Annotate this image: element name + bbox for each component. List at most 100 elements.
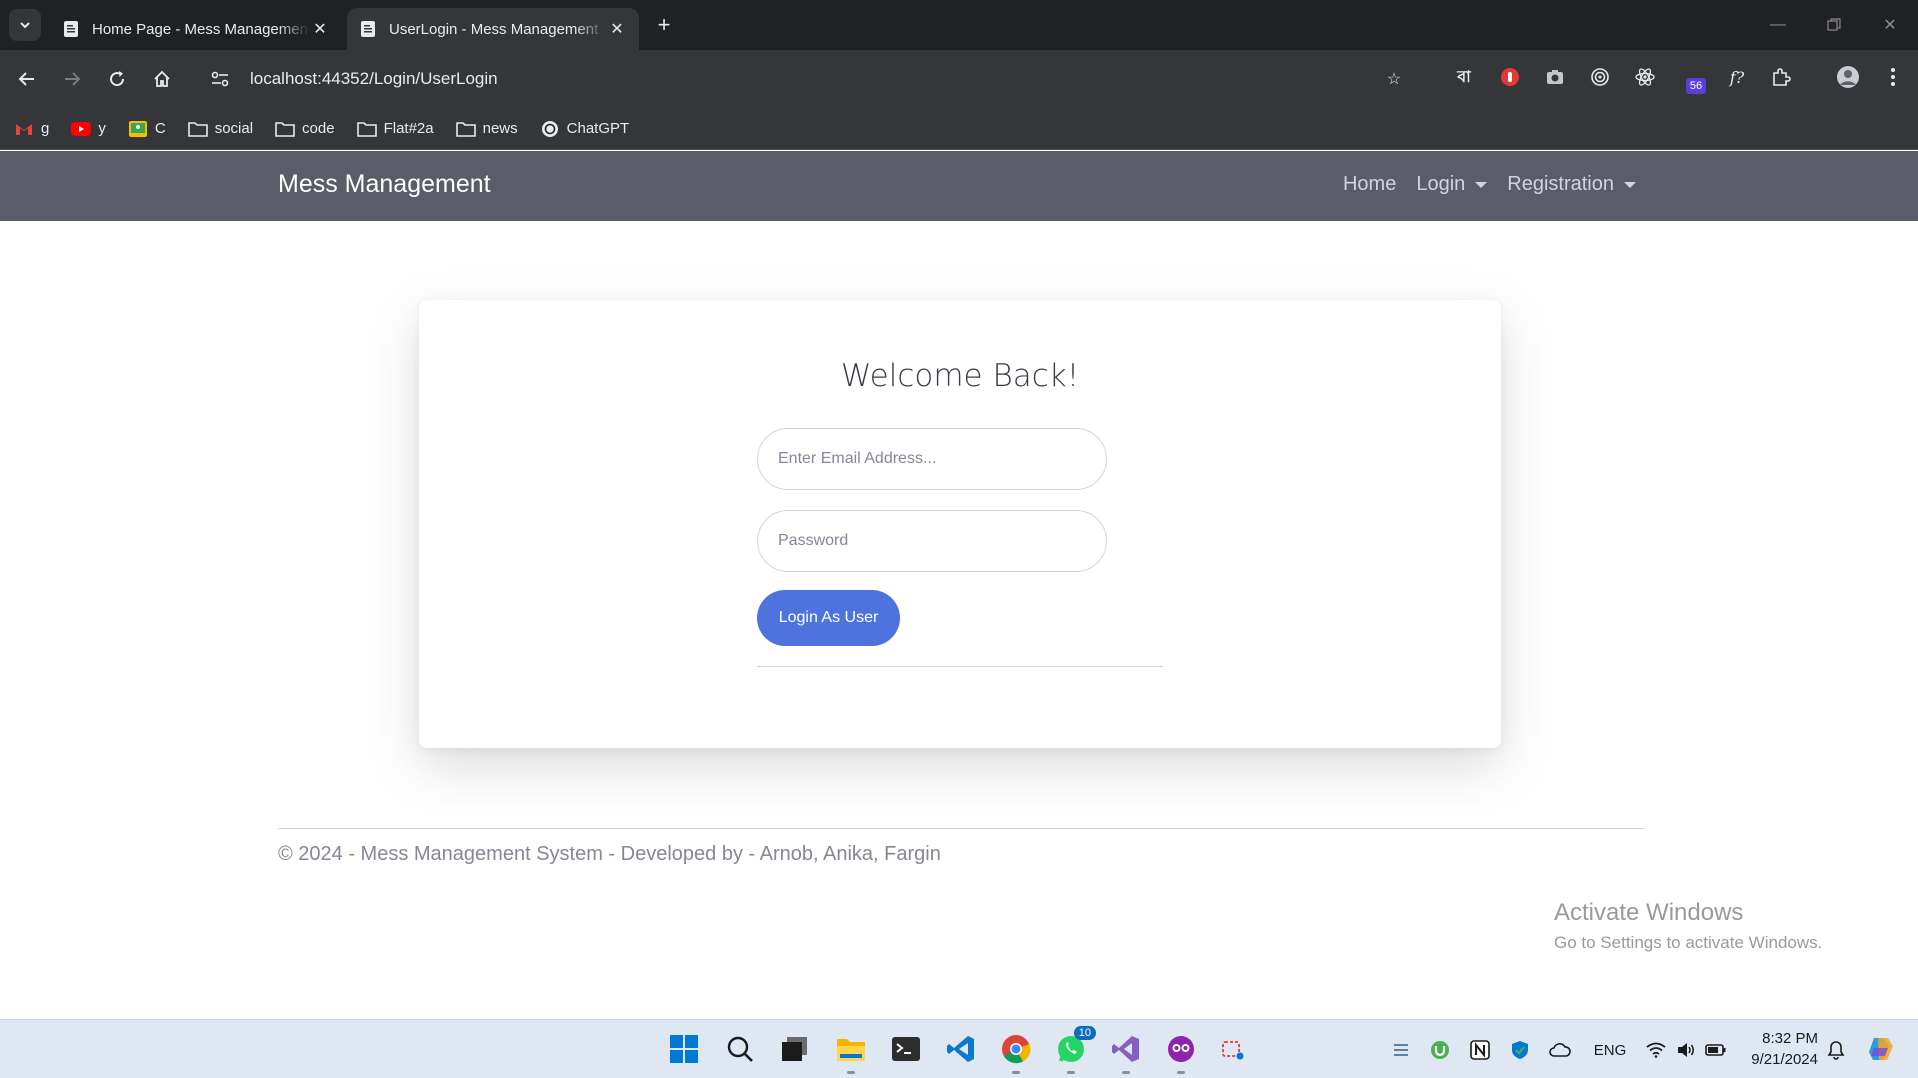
bookmark-gmail[interactable]: g (14, 120, 49, 138)
bookmark-folder-news[interactable]: news (455, 120, 518, 138)
react-devtools-icon[interactable] (1631, 63, 1659, 91)
tab-title: UserLogin - Mess Management (389, 20, 599, 38)
bookmark-folder-social[interactable]: social (187, 120, 253, 138)
utorrent-icon[interactable] (1428, 1038, 1452, 1062)
onedrive-cloud-icon[interactable] (1548, 1038, 1572, 1062)
bangla-extension-label: বা (1457, 68, 1471, 86)
running-indicator (1122, 1071, 1130, 1074)
vscode-icon[interactable] (942, 1030, 980, 1068)
tray-app-icon[interactable] (1389, 1038, 1413, 1062)
login-card: Welcome Back! Login As User (419, 300, 1501, 748)
login-heading: Welcome Back! (840, 358, 1080, 394)
nav-login-dropdown[interactable]: Login (1416, 173, 1488, 196)
notion-icon[interactable] (1468, 1038, 1492, 1062)
site-info-icon[interactable] (204, 63, 236, 95)
web-page: Mess Management Home Login Registration … (0, 151, 1918, 1019)
running-indicator (1012, 1071, 1020, 1074)
bookmark-classroom[interactable]: C (128, 120, 166, 138)
close-tab-icon[interactable]: ✕ (310, 19, 330, 39)
address-bar[interactable]: localhost:44352/Login/UserLogin ☆ (196, 58, 1424, 100)
clock-date: 9/21/2024 (1751, 1051, 1818, 1068)
profile-avatar-icon[interactable] (1834, 63, 1862, 91)
back-icon[interactable] (11, 63, 43, 95)
password-input[interactable] (757, 510, 1107, 572)
search-icon[interactable] (721, 1030, 759, 1068)
badge-extension-icon[interactable]: 56 (1682, 67, 1710, 95)
bookmark-label: ChatGPT (566, 120, 630, 137)
nav-registration-dropdown[interactable]: Registration (1507, 173, 1636, 196)
target-extension-icon[interactable] (1586, 63, 1614, 91)
card-divider (757, 666, 1163, 667)
footer-text: © 2024 - Mess Management System - Develo… (278, 843, 941, 865)
close-tab-icon[interactable]: ✕ (607, 19, 627, 39)
copilot-icon[interactable] (1864, 1032, 1898, 1066)
snipping-tool-icon[interactable] (1214, 1030, 1252, 1068)
new-tab-button[interactable]: + (651, 12, 677, 38)
home-icon[interactable] (146, 63, 178, 95)
brand-link[interactable]: Mess Management (278, 170, 491, 199)
whatsapp-icon[interactable]: 10 (1052, 1026, 1096, 1074)
bookmark-label: C (154, 120, 166, 137)
browser-tab-bar: Home Page - Mess Management ✕ UserLogin … (0, 0, 1918, 50)
taskbar-clock[interactable]: 8:32 PM 9/21/2024 (1736, 1028, 1818, 1070)
watermark-title: Activate Windows (1554, 899, 1744, 926)
gmail-icon (14, 120, 34, 138)
close-window-icon[interactable]: ✕ (1870, 10, 1910, 40)
language-indicator[interactable]: ENG (1592, 1038, 1628, 1062)
file-explorer-icon[interactable] (832, 1030, 870, 1074)
tab-search-button[interactable] (9, 9, 41, 41)
bookmark-chatgpt[interactable]: ChatGPT (540, 120, 630, 138)
defender-shield-icon[interactable] (1508, 1038, 1532, 1062)
fx-extension-icon[interactable]: f? (1723, 63, 1751, 91)
caret-down-icon (1624, 181, 1636, 188)
folder-icon (356, 120, 377, 138)
battery-icon[interactable] (1704, 1038, 1728, 1062)
wifi-icon[interactable] (1644, 1038, 1668, 1062)
tab-user-login[interactable]: UserLogin - Mess Management ✕ (347, 8, 639, 50)
task-view-icon[interactable] (776, 1030, 814, 1068)
volume-icon[interactable] (1674, 1038, 1698, 1062)
camera-icon[interactable] (1541, 63, 1569, 91)
copilot-app-icon[interactable] (1162, 1030, 1200, 1074)
running-indicator (1177, 1071, 1185, 1074)
minimize-icon[interactable]: — (1758, 10, 1798, 40)
bookmarks-bar: g y C social code Flat#2a news ChatGPT (0, 108, 1918, 150)
page-icon (62, 19, 80, 39)
extensions-puzzle-icon[interactable] (1767, 63, 1795, 91)
extension-badge: 56 (1685, 78, 1707, 94)
notification-bell-icon[interactable] (1824, 1038, 1848, 1062)
restore-icon[interactable] (1814, 10, 1854, 40)
windows-start-icon[interactable] (665, 1030, 703, 1068)
bookmark-label: Flat#2a (383, 120, 434, 137)
footer-divider (278, 828, 1644, 829)
folder-icon (275, 120, 295, 138)
clock-time: 8:32 PM (1762, 1030, 1818, 1047)
running-indicator (847, 1071, 855, 1074)
chrome-icon[interactable] (997, 1030, 1035, 1074)
reload-icon[interactable] (101, 63, 133, 95)
tab-title: Home Page - Mess Management (92, 20, 310, 38)
bookmark-label: code (302, 120, 335, 137)
bangla-extension-icon[interactable]: বা (1450, 63, 1478, 91)
bookmark-youtube[interactable]: y (71, 120, 106, 138)
visual-studio-icon[interactable] (1107, 1030, 1145, 1074)
hand-extension-icon[interactable] (1496, 63, 1524, 91)
forward-icon[interactable] (56, 63, 88, 95)
more-menu-icon[interactable] (1879, 63, 1907, 91)
bookmark-star-icon[interactable]: ☆ (1378, 63, 1410, 95)
email-input[interactable] (757, 428, 1107, 490)
bookmark-folder-flat2a[interactable]: Flat#2a (356, 120, 434, 138)
fx-extension-label: f? (1729, 67, 1745, 87)
classroom-icon (128, 120, 148, 138)
bookmark-folder-code[interactable]: code (275, 120, 335, 138)
bookmark-label: news (482, 120, 518, 137)
nav-home-label: Home (1342, 173, 1397, 195)
login-as-user-button[interactable]: Login As User (757, 590, 900, 646)
app-navbar: Mess Management Home Login Registration (0, 151, 1918, 221)
bookmark-label: y (98, 120, 106, 137)
tab-home-page[interactable]: Home Page - Mess Management ✕ (50, 8, 342, 50)
caret-down-icon (1475, 181, 1488, 188)
terminal-icon[interactable] (887, 1030, 925, 1068)
activate-windows-watermark: Activate Windows Go to Settings to activ… (1554, 899, 1822, 953)
nav-home[interactable]: Home (1343, 173, 1396, 196)
